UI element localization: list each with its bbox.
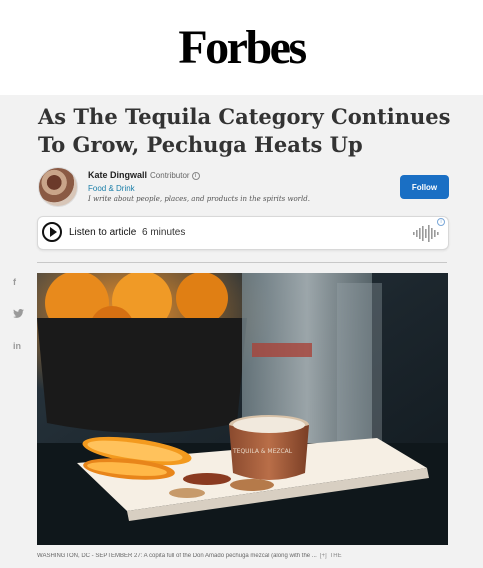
audio-duration: 6 minutes (142, 227, 186, 238)
author-role: Contributor (150, 171, 190, 180)
author-name[interactable]: Kate Dingwall (88, 170, 147, 180)
audio-player[interactable]: Listen to article 6 minutes i (37, 216, 449, 250)
section-link[interactable]: Food & Drink (88, 184, 135, 193)
play-icon[interactable] (42, 222, 62, 242)
divider (37, 262, 447, 263)
ad-info-icon[interactable]: i (437, 218, 445, 226)
twitter-icon[interactable] (13, 309, 24, 318)
info-icon[interactable]: i (191, 172, 200, 180)
facebook-icon[interactable]: f (13, 277, 16, 287)
linkedin-icon[interactable]: in (13, 341, 21, 351)
forbes-logo[interactable]: Forbes (0, 22, 483, 74)
caption-text: WASHINGTON, DC - SEPTEMBER 27: A copita … (37, 553, 317, 559)
listen-label: Listen to article (69, 227, 137, 238)
cup-text: TEQUILA & MEZCAL (232, 448, 293, 455)
caption-expand[interactable]: [+] (320, 553, 327, 559)
follow-button[interactable]: Follow (400, 175, 449, 199)
author-avatar[interactable] (38, 167, 78, 207)
photo-caption: WASHINGTON, DC - SEPTEMBER 27: A copita … (37, 553, 448, 559)
author-bio: I write about people, places, and produc… (88, 195, 310, 203)
caption-credit: THE (329, 553, 342, 559)
waveform-icon (413, 225, 439, 242)
masthead: Forbes (0, 0, 483, 95)
article-headline: As The Tequila Category Continues To Gro… (38, 104, 451, 157)
author-byline: Kate Dingwall Contributor i (88, 170, 200, 180)
article-photo[interactable]: TEQUILA & MEZCAL (37, 273, 448, 545)
